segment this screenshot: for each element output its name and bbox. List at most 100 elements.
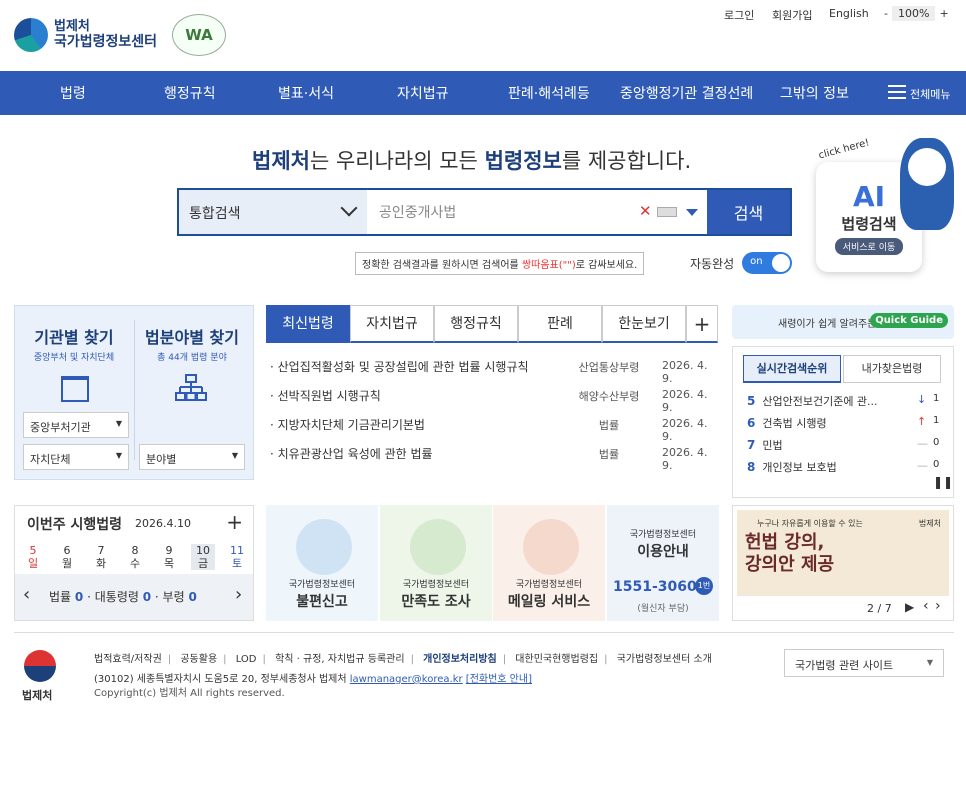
nav-admin-rules[interactable]: 행정규칙 [164, 83, 216, 103]
zoom-value: 100% [891, 6, 936, 21]
weekly-enforcement: 이번주 시행법령 2026.4.10 + 5일 6월 7화 8수 9목 10 금 … [14, 505, 254, 621]
english-link[interactable]: English [829, 7, 869, 20]
guide-badge: 1번 [695, 577, 713, 595]
local-gov-select[interactable]: 자치단체 [23, 444, 129, 470]
day-cell[interactable]: 6월 [55, 544, 79, 570]
nav-laws[interactable]: 법령 [60, 83, 86, 103]
tab-latest-laws[interactable]: 최신법령 [266, 305, 350, 343]
tab-overview[interactable]: 한눈보기 [602, 305, 686, 343]
week-summary: ‹ 법률 0 · 대통령령 0 · 부령 0 › [15, 574, 253, 620]
main-nav: 법령 행정규칙 별표·서식 자치법규 판례·해석례등 중앙행정기관 결정선례 그… [0, 71, 966, 115]
ai-cta[interactable]: 서비스로 이동 [834, 238, 904, 255]
next-week-icon[interactable]: › [235, 584, 242, 605]
rank-row[interactable]: 7 민법 —0 [747, 437, 947, 453]
footer-copyright: Copyright(c) 법제처 All rights reserved. [94, 688, 285, 699]
central-agency-select[interactable]: 중앙부처기관 [23, 412, 129, 438]
footer-phone-link[interactable]: [전화번호 안내] [466, 674, 532, 685]
footer-links: 법적효력/저작권 | 공동활용 | LOD | 학칙 · 규정, 자치법규 등록관리 |… [94, 654, 712, 665]
complaint-card[interactable]: 국가법령정보센터 불편신고 [266, 505, 378, 621]
moleg-logo-icon [14, 18, 48, 52]
click-here-text: click here! [817, 137, 871, 162]
footer-address: (30102) 세종특별자치시 도움5로 20, 정부세종청사 법제처 lawm… [94, 674, 532, 685]
search-box: 통합검색 ✕ 검색 [177, 188, 792, 236]
prev-icon[interactable]: ‹ [923, 598, 929, 614]
signup-link[interactable]: 회원가입 [772, 7, 812, 23]
tab-realtime-rank[interactable]: 실시간검색순위 [743, 355, 841, 383]
lecture-banner[interactable]: 누구나 자유롭게 이용할 수 있는 법제처 헌법 강의, 강의안 제공 [737, 510, 949, 596]
nav-other-info[interactable]: 그밖의 정보 [780, 83, 849, 103]
zoom-in-button[interactable]: + [939, 7, 948, 20]
survey-card[interactable]: 국가법령정보센터 만족도 조사 [380, 505, 492, 621]
footer-link[interactable]: 공동활용 [180, 654, 217, 665]
tab-local-laws[interactable]: 자치법규 [350, 305, 434, 343]
nav-precedents[interactable]: 판례·해석례등 [508, 83, 590, 103]
nav-all-menu[interactable]: 전체메뉴 [910, 86, 950, 102]
day-cell[interactable]: 10 금 [191, 544, 215, 570]
mailing-card[interactable]: 국가법령정보센터 메일링 서비스 [493, 505, 605, 621]
promo-banner: 누구나 자유롭게 이용할 수 있는 법제처 헌법 강의, 강의안 제공 2 / 7… [732, 505, 954, 621]
menu-icon[interactable] [888, 85, 906, 99]
rank-row[interactable]: 5 산업안전보건기준에 관... ↓ 1 [747, 393, 947, 409]
search-input[interactable] [367, 190, 707, 234]
footer-link[interactable]: 개인정보처리방침 [423, 654, 497, 665]
list-item[interactable]: · 치유관광산업 육성에 관한 법률 법률 2026. 4. 9. [266, 439, 718, 472]
tab-more-button[interactable]: + [686, 305, 718, 343]
nav-local-laws[interactable]: 자치법규 [397, 83, 449, 103]
search-button[interactable]: 검색 [707, 190, 790, 234]
search-tip: 정확한 검색결과를 원하시면 검색어를 쌍따옴표("")로 감싸보세요. [355, 252, 645, 275]
web-accessibility-mark: WA [172, 14, 226, 56]
footer-link[interactable]: LOD [236, 654, 257, 665]
logo-bottom-text: 국가법령정보센터 [54, 34, 158, 50]
tab-admin-rules[interactable]: 행정규칙 [434, 305, 518, 343]
quick-guide-badge: Quick Guide [870, 313, 948, 328]
list-item[interactable]: · 선박직원법 시행규칙 해양수산부령 2026. 4. 9. [266, 381, 718, 414]
mail-icon [523, 519, 579, 575]
search-scope-select[interactable]: 통합검색 [179, 190, 367, 234]
field-finder[interactable]: 법분야별 찾기 총 44개 법령 분야 [133, 324, 251, 363]
keyboard-icon[interactable] [657, 207, 677, 217]
play-icon[interactable]: ▶ [905, 600, 914, 614]
nav-tables-forms[interactable]: 별표·서식 [278, 83, 334, 103]
rank-row[interactable]: 8 개인정보 보호법 —0 [747, 459, 947, 475]
field-select[interactable]: 분야별 [139, 444, 245, 470]
login-link[interactable]: 로그인 [724, 7, 754, 23]
related-sites-select[interactable]: 국가법령 관련 사이트 [784, 649, 944, 677]
pause-icon[interactable]: ❚❚ [933, 475, 953, 489]
list-item[interactable]: · 산업집적활성화 및 공장설립에 관한 법률 시행규칙 산업통상부령 2026. … [266, 352, 718, 385]
footer-link[interactable]: 학칙 · 규정, 자치법규 등록관리 [275, 654, 404, 665]
list-item[interactable]: · 지방자치단체 기금관리기본법 법률 2026. 4. 9. [266, 410, 718, 443]
agency-finder[interactable]: 기관별 찾기 중앙부처 및 자치단체 [15, 324, 133, 363]
mascot-icon [900, 138, 954, 230]
finder-box: 기관별 찾기 중앙부처 및 자치단체 법분야별 찾기 총 44개 법령 분야 중… [14, 305, 254, 480]
nav-central-decisions[interactable]: 중앙행정기관 결정선례 [620, 83, 753, 103]
prev-week-icon[interactable]: ‹ [23, 584, 30, 605]
zoom-control: - 100% + [884, 6, 949, 21]
footer-email-link[interactable]: lawmanager@korea.kr [350, 674, 463, 685]
hero-tagline: 법제처는 우리나라의 모든 법령정보를 제공합니다. [252, 149, 692, 173]
quick-guide-banner[interactable]: 새령이가 쉽게 알려주는 국법 Quick Guide [732, 305, 954, 339]
day-cell[interactable]: 8수 [123, 544, 147, 570]
guide-card[interactable]: 국가법령정보센터 이용안내 1551-3060 1번 (월신자 부담) [607, 505, 719, 621]
zoom-out-button[interactable]: - [884, 7, 888, 20]
day-cell[interactable]: 5일 [21, 544, 45, 570]
chevron-down-icon [340, 199, 358, 217]
autocomplete-toggle[interactable]: on [742, 252, 793, 274]
taegeuk-logo-icon [24, 650, 56, 682]
week-more-button[interactable]: + [226, 510, 243, 534]
footer-link[interactable]: 법적효력/저작권 [94, 654, 162, 665]
day-cell[interactable]: 9목 [157, 544, 181, 570]
site-logo[interactable]: 법제처 국가법령정보센터 [14, 18, 157, 52]
next-icon[interactable]: › [935, 598, 941, 614]
divider [134, 320, 135, 460]
day-cell[interactable]: 7화 [89, 544, 113, 570]
caret-down-icon[interactable] [686, 209, 698, 216]
tab-precedents[interactable]: 판례 [518, 305, 602, 343]
law-tabs: 최신법령 자치법규 행정규칙 판례 한눈보기 + [266, 305, 718, 343]
tab-my-laws[interactable]: 내가찾은법령 [843, 355, 941, 383]
clear-icon[interactable]: ✕ [639, 202, 652, 220]
rank-row[interactable]: 6 건축법 시행령 ↑ 1 [747, 415, 947, 431]
footer-link[interactable]: 대한민국현행법령집 [515, 654, 598, 665]
footer-link[interactable]: 국가법령정보센터 소개 [617, 654, 712, 665]
day-cell[interactable]: 11 토 [225, 544, 249, 570]
logo-top-text: 법제처 [54, 19, 90, 34]
